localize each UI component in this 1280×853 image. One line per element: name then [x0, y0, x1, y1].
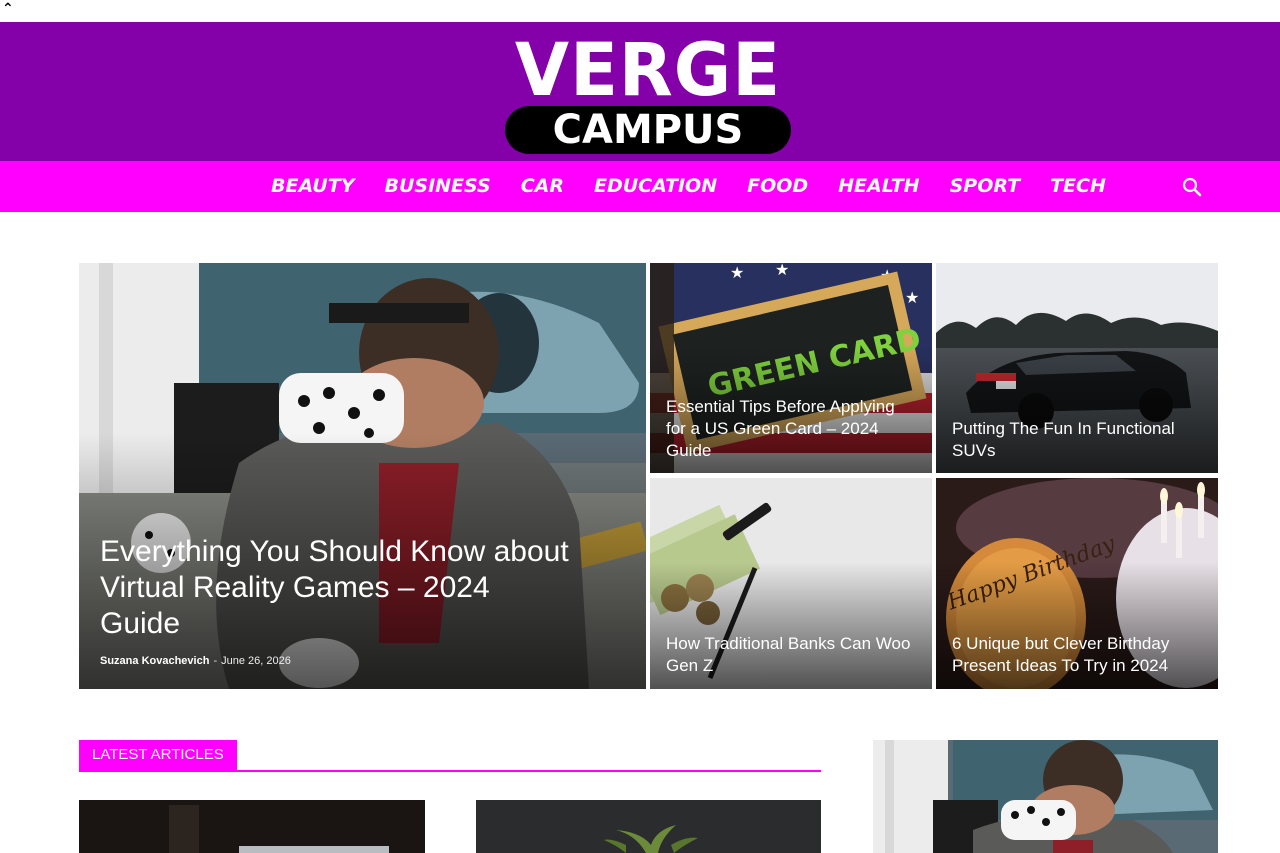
- nav-item-sport[interactable]: SPORT: [935, 161, 1036, 212]
- logo-pill: CAMPUS: [505, 106, 791, 154]
- latest-articles-header: LATEST ARTICLES: [79, 740, 821, 772]
- featured-tile-green-card[interactable]: ★ ★ ★ ★ GREEN CARD Essential Tips Before…: [650, 263, 932, 473]
- featured-grid: Everything You Should Know about Virtual…: [79, 263, 1218, 689]
- nav-item-tech[interactable]: TECH: [1035, 161, 1121, 212]
- featured-tile-title[interactable]: Putting The Fun In Functional SUVs: [952, 418, 1204, 462]
- nav-item-food[interactable]: FOOD: [732, 161, 823, 212]
- latest-article-thumb-2[interactable]: [476, 800, 821, 853]
- plant-image: [476, 800, 821, 853]
- svg-text:★: ★: [730, 263, 744, 282]
- site-logo[interactable]: VERGE CAMPUS: [500, 26, 796, 156]
- nav-item-education[interactable]: EDUCATION: [579, 161, 732, 212]
- svg-text:★: ★: [905, 288, 919, 307]
- latest-article-thumb-1[interactable]: [79, 800, 425, 853]
- featured-tile-title[interactable]: 6 Unique but Clever Birthday Present Ide…: [952, 633, 1204, 677]
- top-strip: ⌃: [0, 0, 1280, 22]
- logo-top-text: VERGE: [514, 26, 782, 114]
- brand-header: VERGE CAMPUS: [0, 22, 1280, 161]
- author-link[interactable]: Suzana Kovachevich: [100, 655, 209, 667]
- svg-text:★: ★: [775, 263, 789, 279]
- featured-main-meta: Suzana Kovachevich - June 26, 2026: [100, 655, 291, 667]
- nav-item-car[interactable]: CAR: [506, 161, 579, 212]
- search-icon[interactable]: [1180, 175, 1204, 199]
- featured-tile-title[interactable]: Essential Tips Before Applying for a US …: [666, 396, 918, 462]
- nav-item-health[interactable]: HEALTH: [823, 161, 934, 212]
- featured-main-article[interactable]: Everything You Should Know about Virtual…: [79, 263, 646, 689]
- nav-item-business[interactable]: BUSINESS: [369, 161, 505, 212]
- nav-list: BEAUTY BUSINESS CAR EDUCATION FOOD HEALT…: [256, 161, 1121, 212]
- latest-articles-label[interactable]: LATEST ARTICLES: [79, 740, 237, 770]
- nav-item-beauty[interactable]: BEAUTY: [256, 161, 369, 212]
- vr-player-image: [873, 740, 1218, 853]
- meta-separator: -: [213, 655, 218, 667]
- sidebar-featured-thumb[interactable]: [873, 740, 1218, 853]
- featured-tile-suv[interactable]: Putting The Fun In Functional SUVs: [936, 263, 1218, 473]
- laptop-image: [79, 800, 425, 853]
- featured-tile-birthday[interactable]: Happy Birthday 6 Unique but Clever Birth…: [936, 478, 1218, 689]
- featured-tile-banks[interactable]: How Traditional Banks Can Woo Gen Z: [650, 478, 932, 689]
- main-navigation: BEAUTY BUSINESS CAR EDUCATION FOOD HEALT…: [0, 161, 1280, 212]
- scroll-top-icon[interactable]: ⌃: [2, 2, 14, 16]
- post-date: June 26, 2026: [221, 655, 291, 667]
- featured-main-title[interactable]: Everything You Should Know about Virtual…: [100, 534, 570, 642]
- featured-tile-title[interactable]: How Traditional Banks Can Woo Gen Z: [666, 633, 918, 677]
- logo-bottom-text: CAMPUS: [552, 107, 744, 153]
